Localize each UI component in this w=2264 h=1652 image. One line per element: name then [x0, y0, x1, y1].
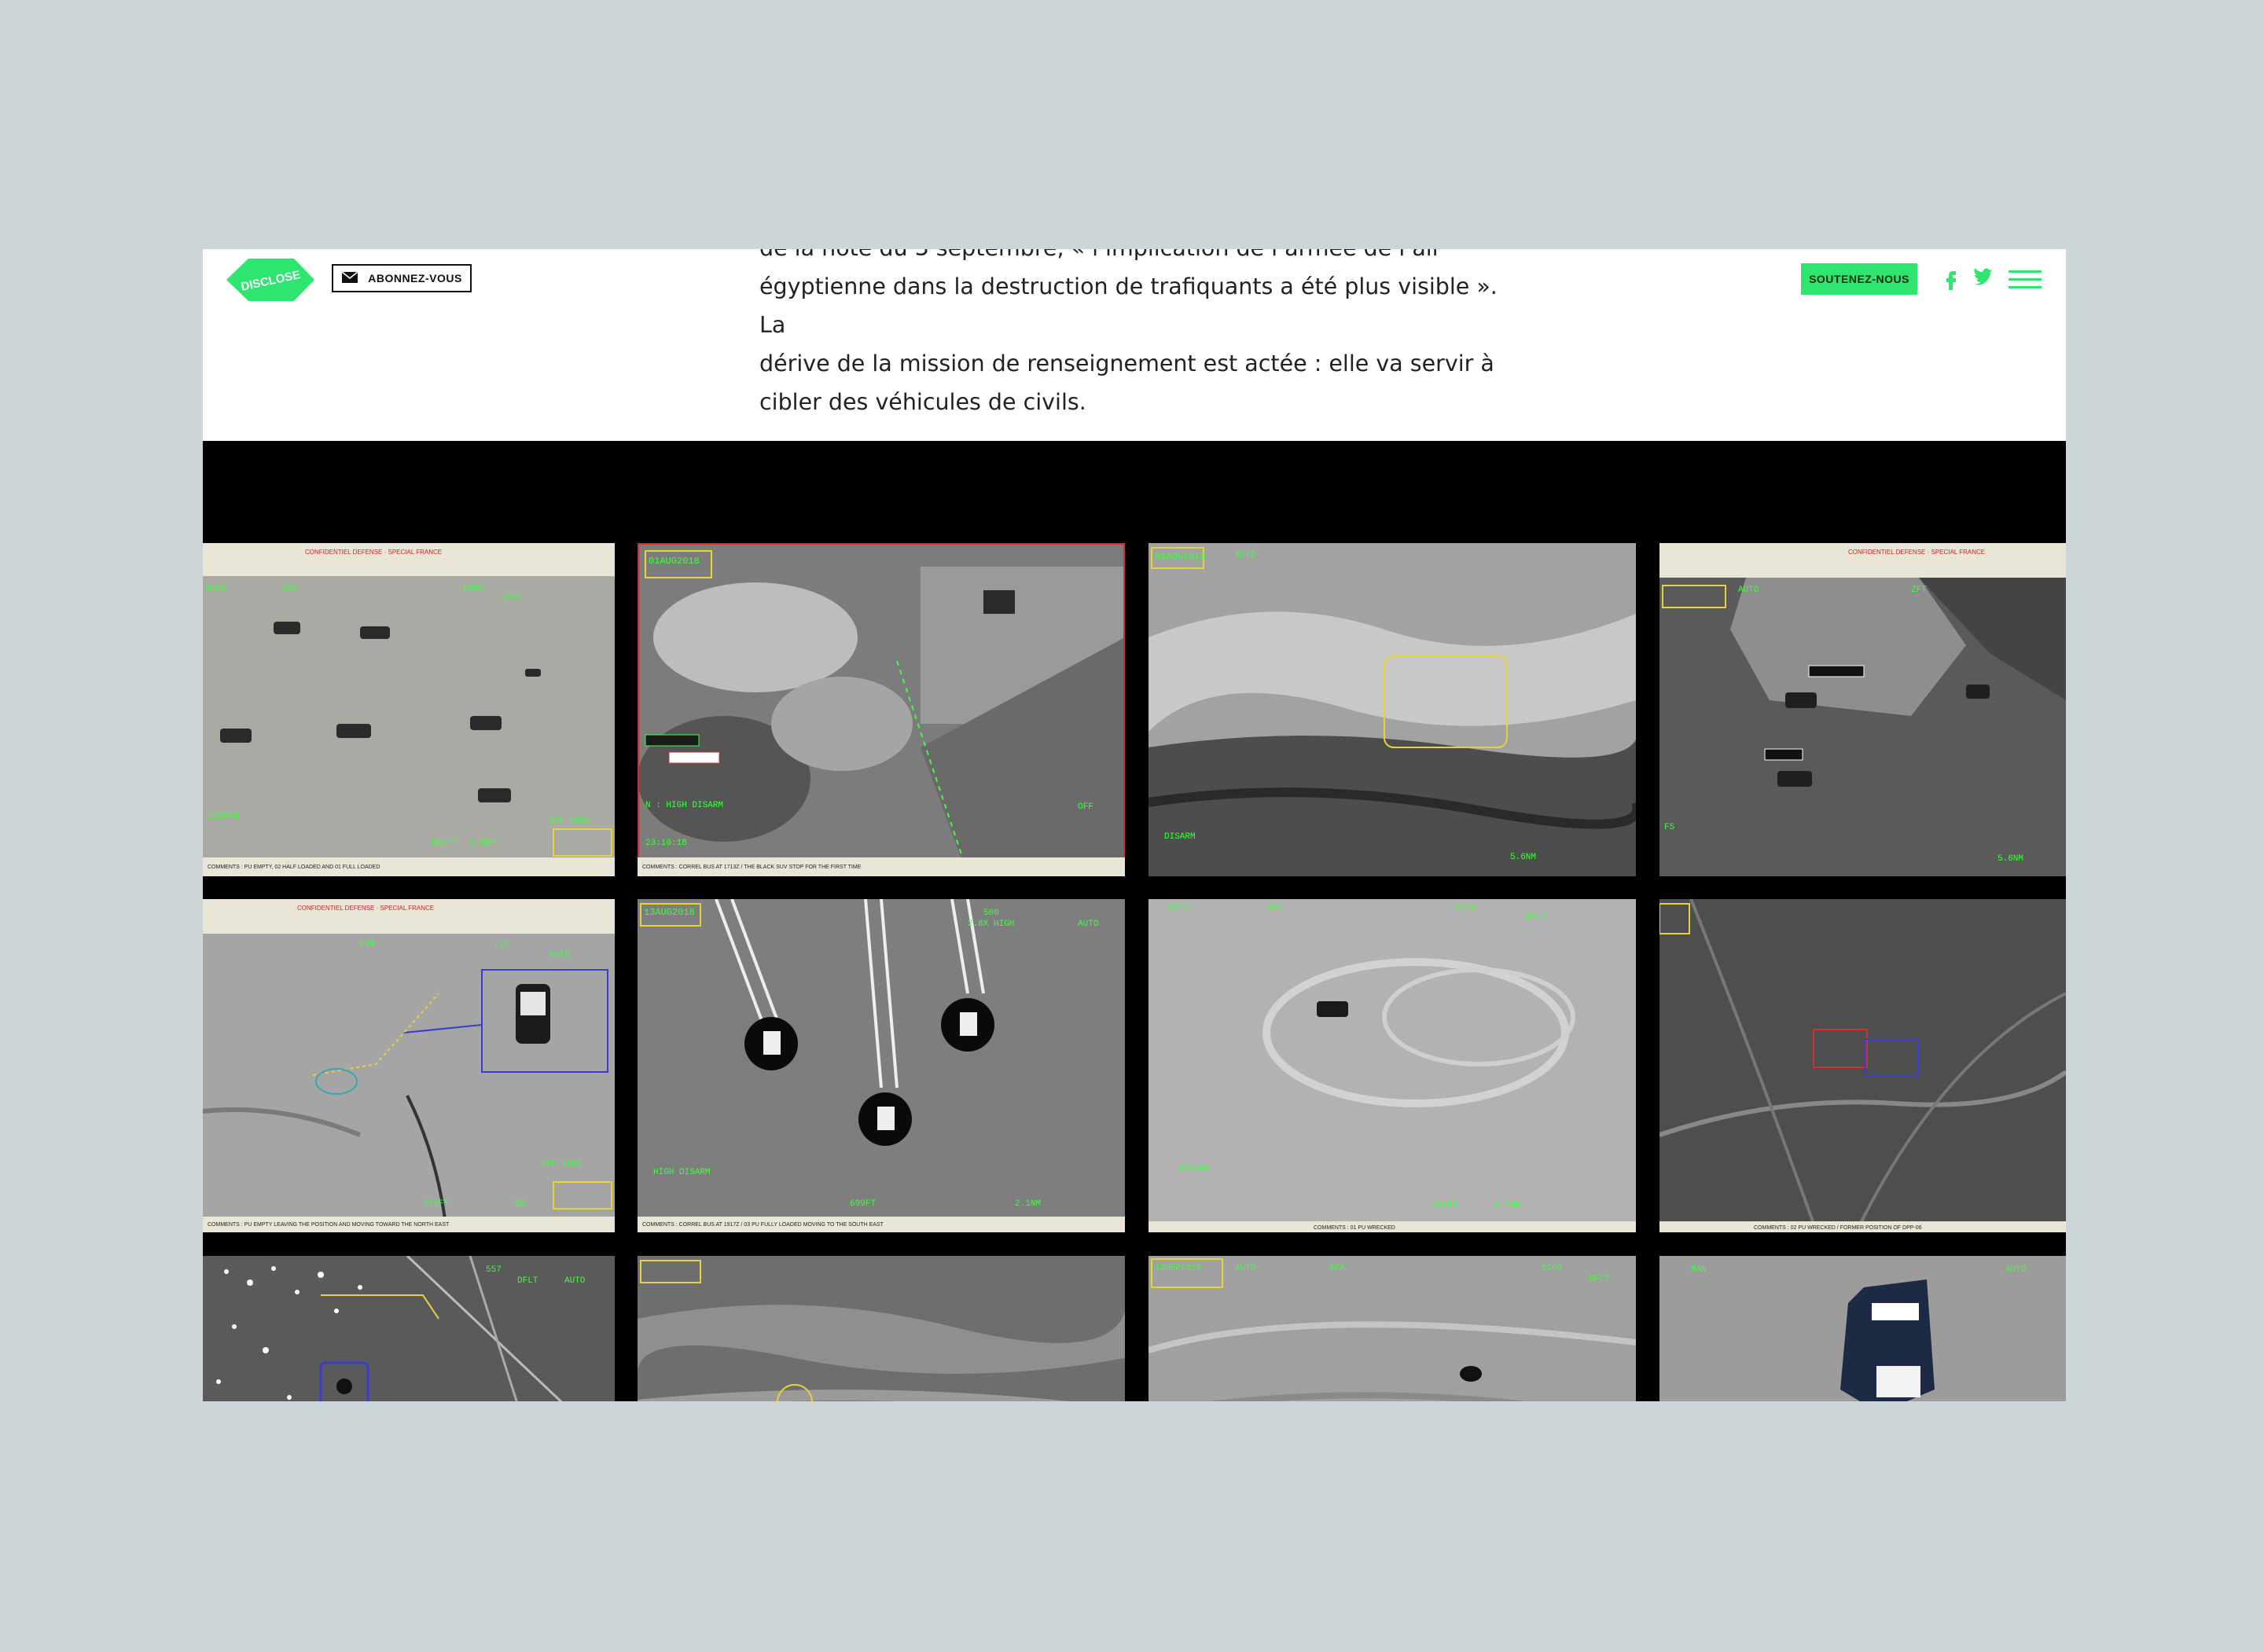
svg-text:AUTO: AUTO	[1235, 551, 1256, 560]
gallery-image[interactable]: 13AUG2018 500 2.8X HIGH AUTO HIGH DISARM 69…	[638, 899, 1125, 1232]
svg-text:HIGH DISARM: HIGH DISARM	[653, 1168, 711, 1177]
hud-header: 01AUG2018	[1155, 551, 1206, 562]
article-frame: CONFIDENTIEL DEFENSE · SPECIAL FRANCE AU…	[203, 249, 2066, 1401]
svg-text:592FT: 592FT	[423, 1199, 449, 1209]
subscribe-button[interactable]: ABONNEZ-VOUS	[332, 264, 472, 292]
twitter-icon[interactable]	[1972, 266, 1995, 292]
svg-text:DFLT: DFLT	[1526, 913, 1547, 923]
facebook-icon[interactable]	[1939, 266, 1963, 292]
svg-text:AUTO: AUTO	[564, 1276, 586, 1286]
gallery-image[interactable]: CONFIDENTIEL DEFENSE · SPECIAL FRANCE AU…	[203, 543, 615, 876]
gallery-image[interactable]: COMMENTS : 02 PU WRECKED / FORMER POSITI…	[1659, 899, 2066, 1232]
svg-text:DISARM: DISARM	[1164, 832, 1196, 842]
article-line: dérive de la mission de renseignement es…	[759, 351, 1494, 376]
svg-text:DISARM: DISARM	[208, 812, 239, 821]
article-line: égyptienne dans la destruction de trafiq…	[759, 273, 1498, 338]
svg-text:OFF: OFF	[1078, 802, 1093, 812]
hud-header: CONFIDENTIEL DEFENSE · SPECIAL FRANCE	[1848, 549, 1985, 556]
svg-text:ZFT: ZFT	[1911, 586, 1927, 595]
svg-text:557: 557	[486, 1265, 502, 1275]
hud-footer: COMMENTS : CORREL BUS AT 1917Z / 03 PU F…	[642, 1222, 884, 1228]
svg-text:N : HIGH DISARM: N : HIGH DISARM	[645, 801, 723, 810]
svg-text:5.6NM: 5.6NM	[1998, 854, 2023, 864]
svg-text:699FT: 699FT	[850, 1199, 876, 1209]
svg-text:DISARM: DISARM	[1180, 1165, 1211, 1174]
gallery-image[interactable]: 01AUG2018 N : HIGH DISARM 23:10:18 OFF COM…	[638, 543, 1125, 876]
hud-footer: COMMENTS : CORREL BUS AT 1713Z / THE BLA…	[642, 865, 862, 870]
support-button[interactable]: SOUTENEZ-NOUS	[1801, 263, 1917, 295]
gallery-image[interactable]: MAN AUTO	[1659, 1256, 2066, 1401]
hud-footer: COMMENTS : 01 PU WRECKED	[1314, 1225, 1395, 1231]
svg-text:DFLT: DFLT	[517, 1276, 538, 1286]
gallery-image[interactable]: 557 DFLT AUTO	[203, 1256, 615, 1401]
svg-text:1500: 1500	[462, 584, 483, 593]
gallery-image[interactable]: AUTO SPA 1500 DFLT DISARM 789FT 5.7NM COMMEN…	[1149, 899, 1636, 1232]
disclose-logo[interactable]: DISCLOSE	[226, 255, 318, 308]
svg-text:1500: 1500	[1542, 1264, 1562, 1273]
subscribe-label: ABONNEZ-VOUS	[368, 272, 462, 285]
svg-text:23:10:18: 23:10:18	[645, 839, 687, 848]
menu-icon[interactable]	[2009, 270, 2042, 290]
gallery-image[interactable]: 13SEP2018 AUTO SPA 1500 DFLT	[1149, 1256, 1636, 1401]
svg-text:OFF NONE: OFF NONE	[549, 817, 590, 826]
svg-text:ESR: ESR	[360, 940, 376, 949]
svg-text:5.7NM: 5.7NM	[1494, 1201, 1520, 1210]
svg-text:OFF NONE: OFF NONE	[541, 1160, 583, 1169]
hud-header: 01AUG2018	[649, 556, 700, 567]
hud-header: CONFIDENTIEL DEFENSE · SPECIAL FRANCE	[297, 905, 434, 912]
svg-text:SPA: SPA	[281, 584, 297, 593]
gallery-image[interactable]: CONFIDENTIEL DEFENSE · SPECIAL FRANCE AU…	[1659, 543, 2066, 876]
svg-text:DFLT: DFLT	[502, 593, 523, 603]
hud-footer: COMMENTS : PU EMPTY, 02 HALF LOADED AND …	[208, 865, 380, 870]
svg-text:789FT: 789FT	[1432, 1201, 1457, 1210]
svg-text:2.1NM: 2.1NM	[1015, 1199, 1041, 1209]
hud-header: AUTO	[1167, 904, 1189, 913]
hud-header: 13AUG2018	[644, 907, 695, 918]
svg-text:1500: 1500	[1455, 904, 1476, 913]
mail-icon	[341, 270, 358, 286]
gallery-image[interactable]: 01AUG2018 AUTO DISARM 5.6NM	[1149, 543, 1636, 876]
svg-text:500: 500	[983, 909, 999, 918]
svg-text:5.6NM: 5.6NM	[1510, 853, 1536, 862]
hud-header: CONFIDENTIEL DEFENSE · SPECIAL FRANCE	[305, 549, 442, 556]
svg-text:AUTO: AUTO	[1078, 920, 1099, 929]
article-line: de la note du 3 septembre, « l’implicati…	[759, 249, 1514, 267]
hud-header: 13SEP2018	[1155, 1264, 1201, 1273]
svg-text:AUTO: AUTO	[1235, 1264, 1256, 1273]
svg-text:DFLT: DFLT	[1589, 1275, 1610, 1284]
svg-text:5.8NM: 5.8NM	[470, 839, 496, 848]
svg-text:FS: FS	[1664, 823, 1675, 832]
svg-text:MAN: MAN	[1691, 1265, 1707, 1275]
svg-text:2.8X HIGH: 2.8X HIGH	[968, 920, 1014, 929]
gallery-image[interactable]: CONFIDENTIEL DEFENSE · SPECIAL FRANCE ES…	[203, 899, 615, 1232]
svg-text:SPA: SPA	[1266, 904, 1282, 913]
hud-footer: COMMENTS : PU EMPTY LEAVING THE POSITION…	[208, 1222, 450, 1228]
svg-text:137: 137	[494, 942, 509, 951]
svg-text:404FT: 404FT	[431, 839, 457, 848]
svg-text:AUTO: AUTO	[1738, 586, 1759, 595]
svg-text:AUTO: AUTO	[2005, 1265, 2027, 1275]
svg-text:SPA: SPA	[1329, 1264, 1345, 1273]
hud-footer: COMMENTS : 02 PU WRECKED / FORMER POSITI…	[1754, 1225, 1922, 1231]
article-line: cibler des véhicules de civils.	[759, 389, 1086, 415]
page-header-area: DISCLOSE ABONNEZ-VOUS de la note du 3 se…	[203, 249, 2066, 441]
svg-text:AUTO: AUTO	[549, 951, 570, 960]
article-paragraph: de la note du 3 septembre, « l’implicati…	[759, 249, 1514, 421]
svg-text:AUTO: AUTO	[206, 584, 227, 593]
svg-text:LOS: LOS	[509, 1199, 525, 1209]
gallery-image[interactable]	[638, 1256, 1125, 1401]
